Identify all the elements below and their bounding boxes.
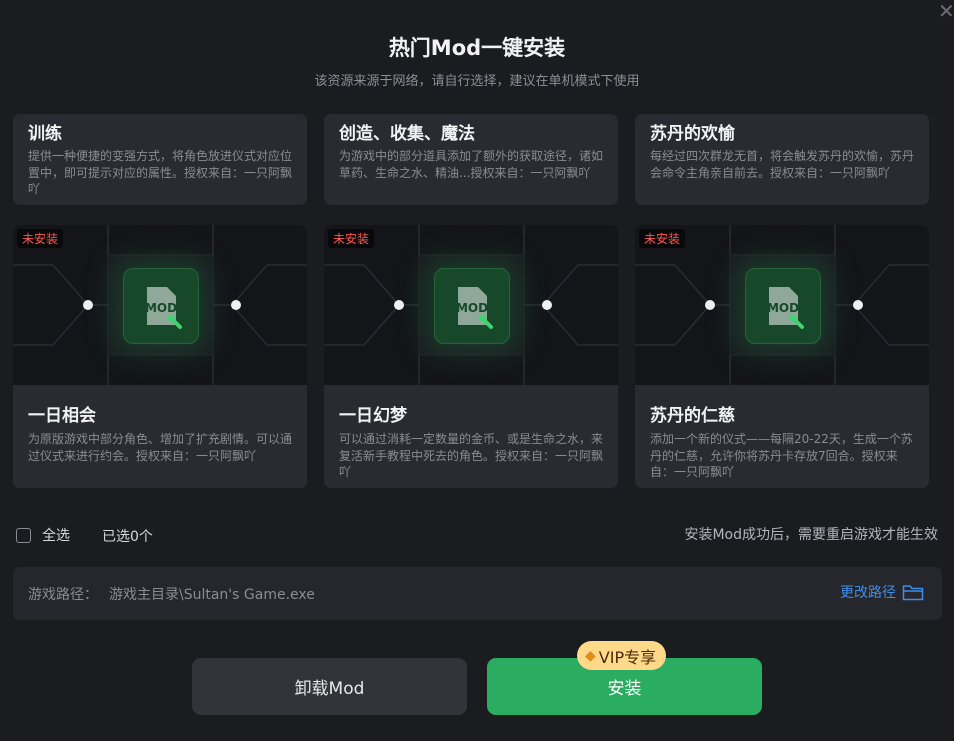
mod-thumbnail: MOD 未安装	[635, 225, 929, 385]
close-icon[interactable]: ✕	[938, 0, 954, 22]
mod-card-title: 苏丹的仁慈	[650, 406, 735, 426]
restart-notice: 安装Mod成功后，需要重启游戏才能生效	[684, 527, 938, 543]
mod-file-icon: MOD	[123, 268, 199, 344]
page-subtitle: 该资源来源于网络，请自行选择，建议在单机模式下使用	[314, 74, 640, 89]
mod-card-desc: 每经过四次群龙无首，将会触发苏丹的欢愉，苏丹会命令主角亲自前去。授权来自：一只阿…	[650, 149, 915, 180]
path-label: 游戏路径：	[28, 587, 98, 603]
mod-card[interactable]: MOD 未安装 一日相会 为原版游戏中部分角色、增加了扩充剧情。可以通过仪式来进…	[13, 225, 307, 488]
mod-card-desc: 提供一种便捷的变强方式，将角色放进仪式对应位置中，即可提示对应的属性。授权来自：…	[28, 149, 293, 196]
mod-thumbnail: MOD 未安装	[13, 225, 307, 385]
select-all-checkbox[interactable]: 全选	[16, 525, 70, 545]
change-path-label[interactable]: 更改路径	[840, 582, 896, 602]
vip-label: VIP专享	[598, 647, 657, 667]
uninstall-mod-button[interactable]: 卸载Mod	[192, 658, 467, 715]
mod-card-desc: 为原版游戏中部分角色、增加了扩充剧情。可以通过仪式来进行约会。授权来自：一只阿飘…	[28, 432, 293, 463]
mod-card[interactable]: 创造、收集、魔法 为游戏中的部分道具添加了额外的获取途径，诸如草药、生命之水、精…	[324, 114, 618, 205]
folder-icon[interactable]	[902, 583, 924, 601]
mod-card[interactable]: MOD 未安装 一日幻梦 可以通过消耗一定数量的金币、或是生命之水，来复活新手教…	[324, 225, 618, 488]
mod-card-title: 一日幻梦	[339, 406, 407, 426]
change-path-button[interactable]: 更改路径	[840, 582, 924, 602]
mod-file-icon: MOD	[745, 268, 821, 344]
select-all-label: 全选	[42, 528, 70, 544]
mod-card-title: 训练	[28, 124, 62, 144]
mod-card[interactable]: 苏丹的欢愉 每经过四次群龙无首，将会触发苏丹的欢愉，苏丹会命令主角亲自前去。授权…	[635, 114, 929, 205]
mod-card-desc: 可以通过消耗一定数量的金币、或是生命之水，来复活新手教程中死去的角色。授权来自：…	[339, 432, 604, 479]
gem-icon: ◆	[585, 647, 596, 664]
selected-count: 已选0个	[102, 529, 153, 545]
mod-card[interactable]: MOD 未安装 苏丹的仁慈 添加一个新的仪式——每隔20-22天，生成一个苏丹的…	[635, 225, 929, 488]
status-badge: 未安装	[17, 229, 64, 248]
mod-file-icon: MOD	[434, 268, 510, 344]
mod-card-desc: 为游戏中的部分道具添加了额外的获取途径，诸如草药、生命之水、精油...授权来自：…	[339, 149, 604, 180]
game-path-box: 游戏路径： 游戏主目录\Sultan's Game.exe 更改路径	[13, 567, 942, 620]
mod-card[interactable]: 训练 提供一种便捷的变强方式，将角色放进仪式对应位置中，即可提示对应的属性。授权…	[13, 114, 307, 205]
mod-card-title: 一日相会	[28, 406, 96, 426]
checkbox-icon[interactable]	[16, 527, 31, 543]
vip-badge: ◆ VIP专享	[577, 641, 667, 670]
status-badge: 未安装	[328, 229, 375, 248]
mod-icon-label: MOD	[456, 301, 488, 315]
mod-icon-label: MOD	[767, 301, 799, 315]
mod-card-title: 创造、收集、魔法	[339, 124, 475, 144]
mod-card-title: 苏丹的欢愉	[650, 124, 735, 144]
page-title: 热门Mod一键安装	[388, 36, 566, 60]
status-badge: 未安装	[639, 229, 686, 248]
mod-thumbnail: MOD 未安装	[324, 225, 618, 385]
mod-card-desc: 添加一个新的仪式——每隔20-22天，生成一个苏丹的仁慈，允许你将苏丹卡存放7回…	[650, 432, 913, 479]
path-value: 游戏主目录\Sultan's Game.exe	[109, 587, 315, 603]
mod-icon-label: MOD	[145, 301, 177, 315]
